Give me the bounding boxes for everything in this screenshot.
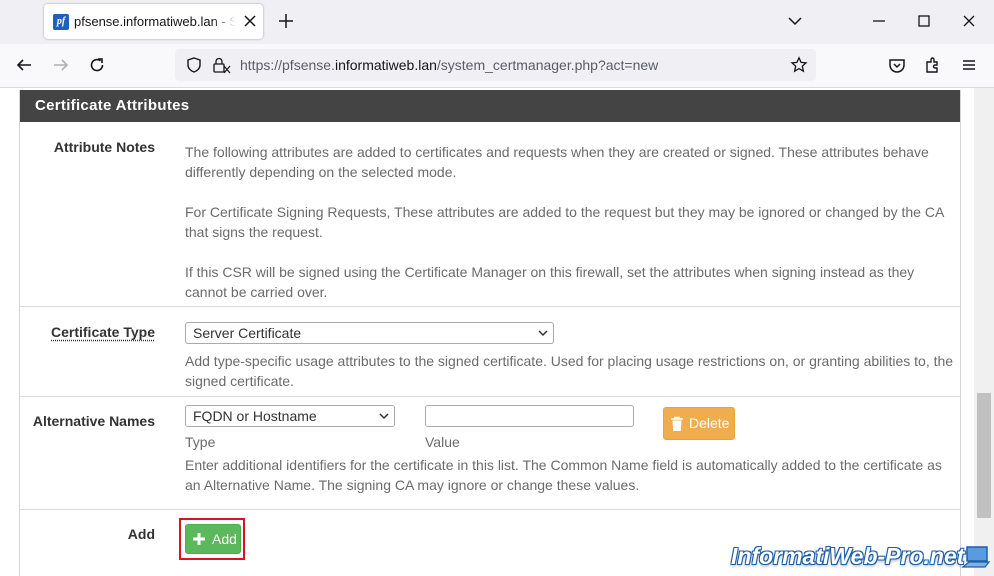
page-content: Certificate Attributes Attribute Notes T…: [0, 88, 994, 576]
computer-logo-icon: [961, 546, 991, 568]
certificate-type-label[interactable]: Certificate Type: [51, 324, 155, 340]
type-caption: Type: [185, 434, 216, 450]
page-scrollbar[interactable]: [974, 88, 994, 576]
new-tab-icon[interactable]: [277, 12, 295, 30]
certificate-type-select[interactable]: Server Certificate: [185, 322, 554, 344]
chevron-down-icon: [379, 413, 389, 420]
add-label: Add: [127, 526, 155, 542]
bookmark-star-icon[interactable]: [790, 56, 808, 74]
panel-header: Certificate Attributes: [20, 90, 960, 122]
minimize-icon[interactable]: [870, 12, 888, 30]
pfsense-favicon-icon: pf: [53, 14, 69, 30]
alternative-names-help: Enter additional identifiers for the cer…: [185, 457, 942, 493]
certificate-type-selected: Server Certificate: [193, 325, 302, 341]
certificate-type-help: Add type-specific usage attributes to th…: [185, 353, 954, 389]
url-text: https://pfsense.informatiweb.lan/system_…: [240, 57, 659, 73]
maximize-icon[interactable]: [915, 12, 933, 30]
alternative-names-row: Alternative Names FQDN or Hostname Type …: [20, 397, 960, 510]
value-caption: Value: [425, 434, 460, 450]
plus-icon: [193, 533, 205, 545]
attribute-notes-paragraph-1: The following attributes are added to ce…: [185, 144, 929, 180]
lock-warning-icon[interactable]: [211, 56, 231, 74]
browser-tab[interactable]: pf pfsense.informatiweb.lan - System: [44, 4, 263, 39]
alt-name-type-select[interactable]: FQDN or Hostname: [185, 405, 395, 427]
attribute-notes-paragraph-3: If this CSR will be signed using the Cer…: [185, 264, 915, 300]
alt-name-value-input[interactable]: [425, 405, 634, 427]
attribute-notes-paragraph-2: For Certificate Signing Requests, These …: [185, 204, 944, 240]
attribute-notes-label: Attribute Notes: [53, 139, 155, 155]
alternative-names-label: Alternative Names: [32, 413, 155, 429]
delete-button-label: Delete: [689, 415, 730, 431]
add-button-label: Add: [212, 531, 237, 547]
address-bar[interactable]: https://pfsense.informatiweb.lan/system_…: [175, 49, 816, 81]
pocket-icon[interactable]: [887, 55, 907, 75]
back-arrow-icon[interactable]: [14, 55, 34, 75]
reload-icon[interactable]: [87, 55, 107, 75]
chevron-down-icon: [538, 330, 548, 337]
alt-name-type-selected: FQDN or Hostname: [193, 408, 317, 424]
close-window-icon[interactable]: [960, 12, 978, 30]
panel-title: Certificate Attributes: [35, 97, 190, 114]
scrollbar-thumb[interactable]: [977, 393, 991, 518]
forward-arrow-icon[interactable]: [51, 55, 71, 75]
shield-icon[interactable]: [185, 56, 203, 74]
delete-button[interactable]: Delete: [663, 407, 735, 440]
trash-icon: [671, 416, 683, 431]
extensions-icon[interactable]: [923, 55, 943, 75]
certificate-attributes-panel: Certificate Attributes Attribute Notes T…: [19, 90, 961, 576]
tab-bar: pf pfsense.informatiweb.lan - System: [0, 0, 994, 44]
navigation-bar: https://pfsense.informatiweb.lan/system_…: [0, 44, 994, 88]
watermark-text: InformatiWeb-Pro.net: [731, 543, 965, 569]
close-tab-icon[interactable]: [241, 12, 259, 30]
add-button[interactable]: Add: [185, 524, 241, 554]
attribute-notes-row: Attribute Notes The following attributes…: [20, 122, 960, 307]
tab-title: pfsense.informatiweb.lan - System: [74, 14, 236, 29]
list-tabs-chevron-icon[interactable]: [786, 12, 804, 30]
certificate-type-row: Certificate Type Server Certificate Add …: [20, 307, 960, 397]
menu-icon[interactable]: [959, 55, 979, 75]
